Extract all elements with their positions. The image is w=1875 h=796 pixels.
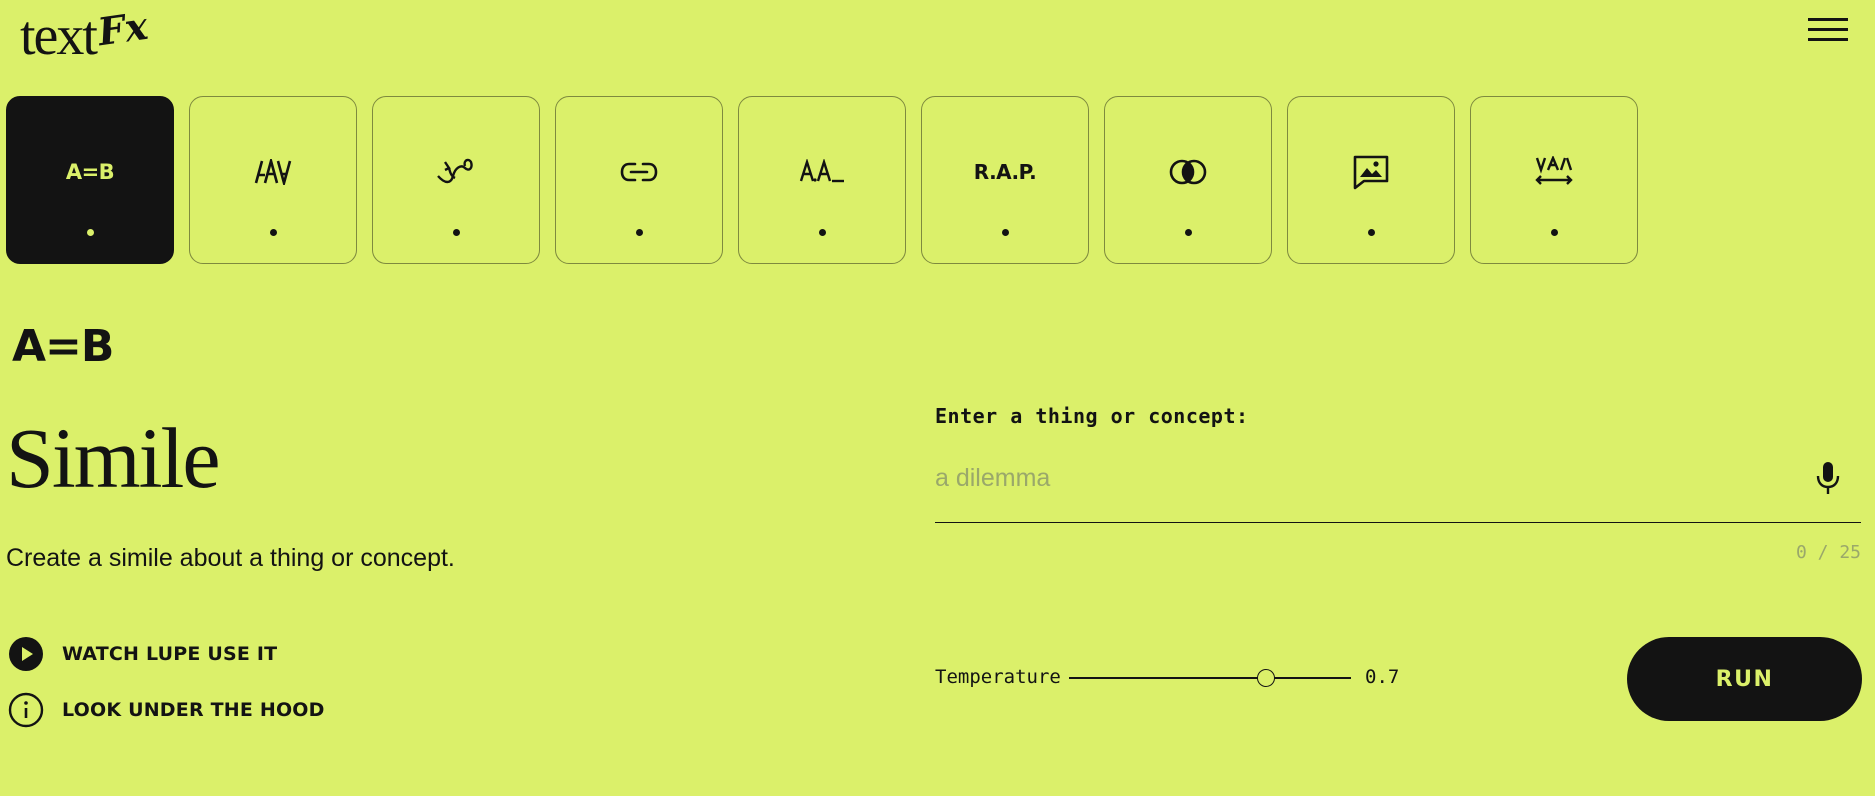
tool-title: Simile [6,410,221,506]
run-button[interactable]: RUN [1627,637,1862,721]
tool-tile-fuse[interactable] [1104,96,1272,264]
info-icon [8,692,44,728]
app-page: text Fx A=B R.A.P. A=B Simile Create a s… [0,0,1875,796]
concept-input[interactable] [935,456,1795,500]
tool-tile-simile[interactable]: A=B [6,96,174,264]
tile-indicator-dot [1551,229,1558,236]
tool-tile-unfold[interactable] [372,96,540,264]
temperature-label: Temperature [935,666,1061,688]
slider-track [1069,677,1351,679]
tile-indicator-dot [1002,229,1009,236]
tile-indicator-dot [636,229,643,236]
logo-text: text [20,5,98,67]
tile-indicator-dot [453,229,460,236]
tool-tile-alliteration[interactable] [738,96,906,264]
tile-indicator-dot [1368,229,1375,236]
alliteration-icon [739,155,905,189]
scene-icon [1288,155,1454,190]
watch-lupe-label: WATCH LUPE USE IT [62,643,278,665]
tile-indicator-dot [270,229,277,236]
slider-thumb[interactable] [1257,669,1276,687]
tile-indicator-dot [819,229,826,236]
fuse-icon [1105,155,1271,189]
microphone-icon[interactable] [1812,460,1844,496]
tool-code: A=B [12,321,114,372]
tile-indicator-dot [87,229,94,236]
tool-tile-scene[interactable] [1287,96,1455,264]
logo-fx: Fx [95,2,151,55]
hamburger-menu-icon[interactable] [1806,14,1850,46]
concept-input-label: Enter a thing or concept: [935,404,1249,428]
unexpect-icon [190,155,356,189]
look-under-hood-label: LOOK UNDER THE HOOD [62,699,325,721]
tool-tile-acronym[interactable]: R.A.P. [921,96,1089,264]
chain-icon [556,155,722,189]
textfx-logo[interactable]: text Fx [20,2,151,67]
tool-tile-label: R.A.P. [973,160,1037,184]
tool-tile-unexpect[interactable] [189,96,357,264]
watch-lupe-link[interactable]: WATCH LUPE USE IT [8,636,277,672]
tool-tile-label: A=B [65,160,115,184]
look-under-hood-link[interactable]: LOOK UNDER THE HOOD [8,692,325,728]
tool-description: Create a simile about a thing or concept… [6,544,455,572]
concept-input-container [935,456,1861,523]
tool-tile-chain[interactable] [555,96,723,264]
character-counter: 0 / 25 [1795,542,1861,563]
temperature-value: 0.7 [1365,666,1400,688]
unfold-icon [373,155,539,189]
tile-indicator-dot [1185,229,1192,236]
antonym-icon [1471,155,1637,189]
play-icon [9,637,43,671]
tool-selector: A=B R.A.P. [6,96,1638,264]
temperature-slider[interactable] [1069,664,1351,692]
tool-tile-antonym[interactable] [1470,96,1638,264]
